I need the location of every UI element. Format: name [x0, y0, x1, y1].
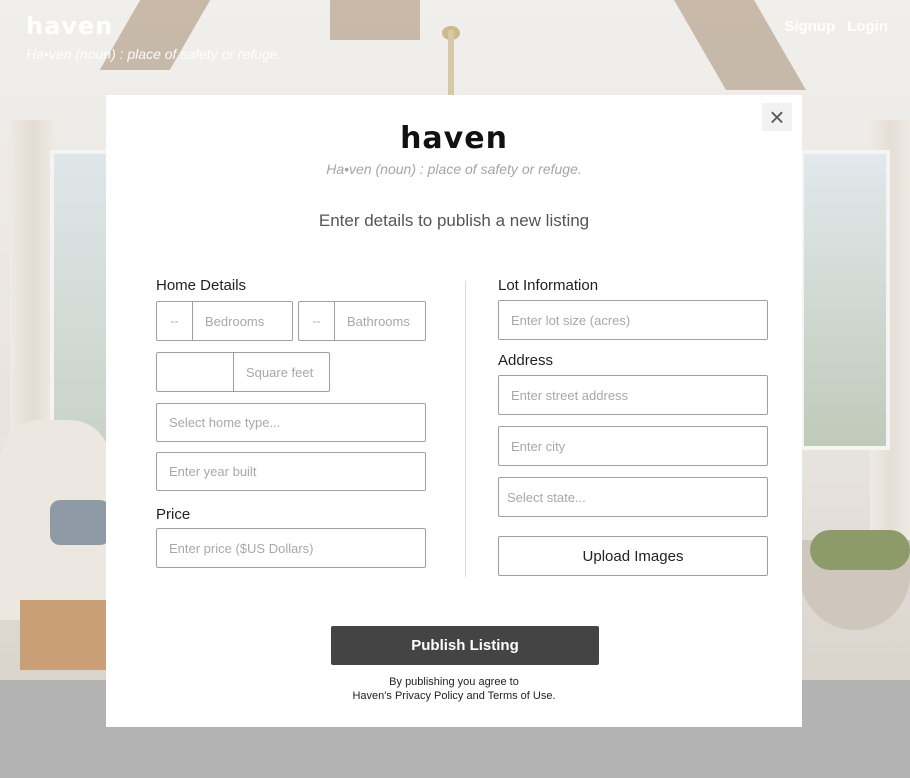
- home-details-label: Home Details: [156, 277, 247, 294]
- login-link[interactable]: Login: [847, 18, 888, 35]
- bathrooms-value[interactable]: --: [299, 302, 335, 340]
- lot-size-field[interactable]: [498, 300, 768, 340]
- lot-information-label: Lot Information: [498, 277, 599, 294]
- square-feet-label: Square feet: [246, 364, 314, 380]
- side-box: [20, 600, 110, 670]
- home-type-input[interactable]: [157, 404, 425, 441]
- bedrooms-value[interactable]: --: [157, 302, 193, 340]
- price-input[interactable]: [157, 529, 425, 567]
- square-feet-field[interactable]: Square feet: [156, 352, 330, 392]
- square-feet-value[interactable]: [157, 353, 234, 391]
- year-built-field[interactable]: [156, 452, 426, 491]
- state-input[interactable]: [499, 478, 767, 516]
- publish-listing-button[interactable]: Publish Listing: [331, 626, 599, 665]
- site-tagline: Ha•ven (noun) : place of safety or refug…: [26, 46, 282, 62]
- city-input[interactable]: [499, 427, 767, 465]
- modal-logo: haven: [400, 121, 508, 156]
- lot-size-input[interactable]: [499, 301, 767, 339]
- bathrooms-stepper[interactable]: -- Bathrooms: [298, 301, 426, 341]
- top-nav: Signup Login: [784, 18, 888, 35]
- bedrooms-label: Bedrooms: [205, 313, 265, 329]
- modal-tagline: Ha•ven (noun) : place of safety or refug…: [326, 161, 582, 177]
- street-address-field[interactable]: [498, 375, 768, 415]
- publish-listing-modal: × haven Ha•ven (noun) : place of safety …: [106, 95, 802, 727]
- ceiling-beam: [674, 0, 806, 90]
- price-field[interactable]: [156, 528, 426, 568]
- lamp-chain: [448, 30, 454, 100]
- pillow: [50, 500, 110, 545]
- address-label: Address: [498, 352, 554, 369]
- price-label: Price: [156, 506, 191, 523]
- column-divider: [465, 281, 466, 577]
- signup-link[interactable]: Signup: [784, 18, 835, 35]
- home-type-select[interactable]: [156, 403, 426, 442]
- terms-line-2[interactable]: Haven's Privacy Policy and Terms of Use.: [106, 689, 802, 703]
- moss-decor: [810, 530, 910, 570]
- window: [800, 150, 890, 450]
- ceiling-beam: [330, 0, 420, 40]
- terms-notice: By publishing you agree to Haven's Priva…: [106, 675, 802, 703]
- bedrooms-stepper[interactable]: -- Bedrooms: [156, 301, 293, 341]
- site-logo[interactable]: haven: [26, 12, 113, 40]
- city-field[interactable]: [498, 426, 768, 466]
- street-address-input[interactable]: [499, 376, 767, 414]
- bathrooms-label: Bathrooms: [347, 313, 410, 329]
- state-select[interactable]: [498, 477, 768, 517]
- terms-line-1: By publishing you agree to: [389, 676, 519, 688]
- upload-images-button[interactable]: Upload Images: [498, 536, 768, 576]
- modal-subtitle: Enter details to publish a new listing: [318, 211, 590, 230]
- year-built-input[interactable]: [157, 453, 425, 490]
